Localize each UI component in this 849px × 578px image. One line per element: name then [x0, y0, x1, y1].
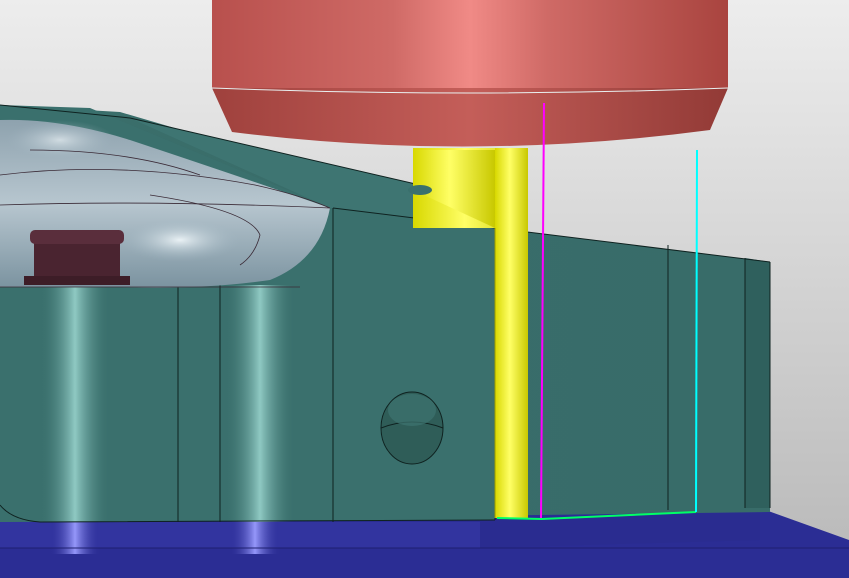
3d-viewport[interactable] — [0, 0, 849, 578]
side-hole[interactable] — [380, 391, 444, 465]
toolpath-retract — [695, 149, 698, 513]
spindle[interactable] — [211, 0, 729, 147]
machining-simulation-scene[interactable] — [0, 0, 849, 578]
clamp-nut[interactable] — [24, 230, 130, 285]
